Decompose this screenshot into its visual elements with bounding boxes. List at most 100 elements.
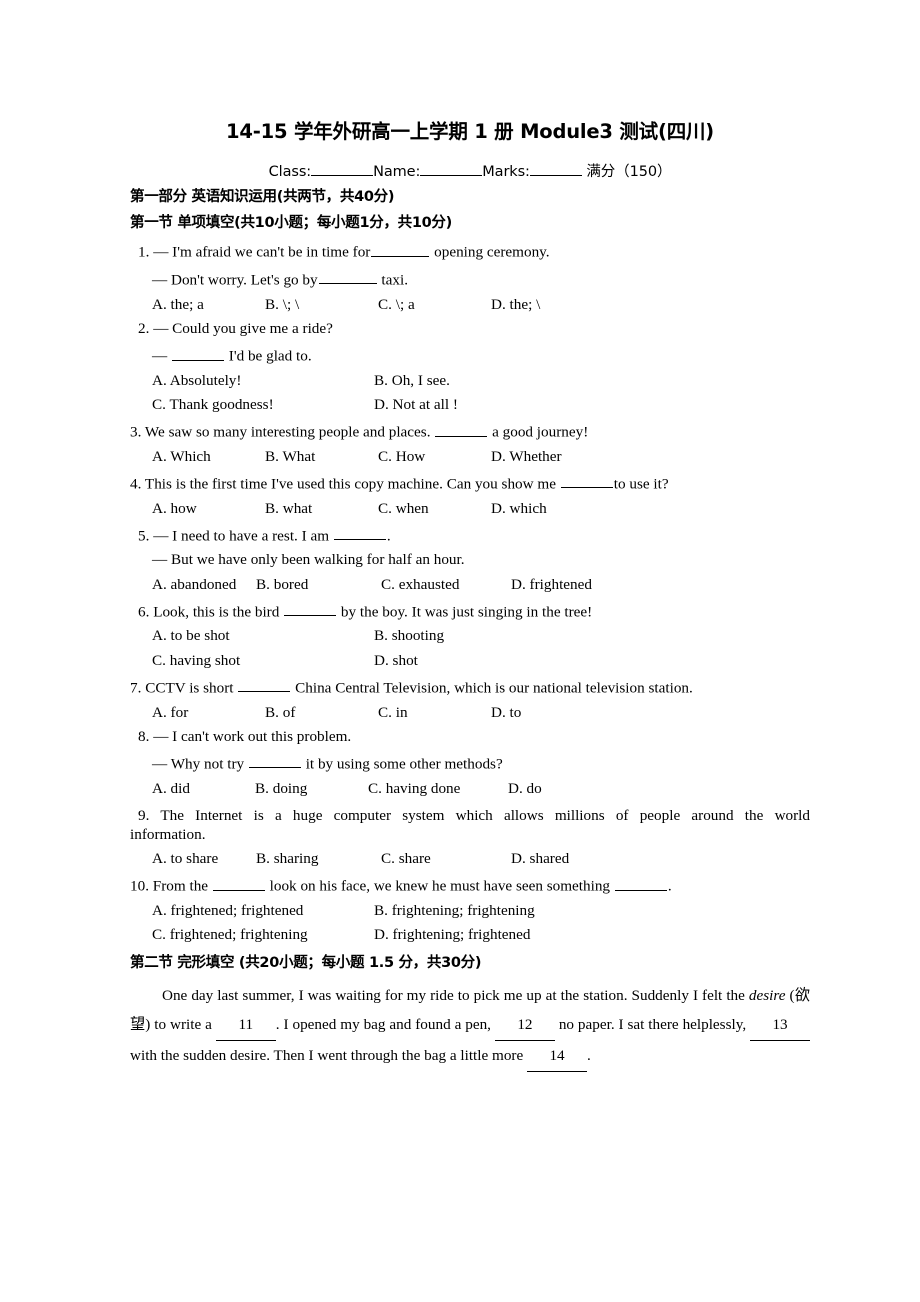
question-7-option-d[interactable]: D. to [491,704,604,720]
question-2-reply-part-b: I'd be glad to. [228,347,312,365]
question-8-options: A. did B. doing C. having done D. do [130,780,810,796]
question-10-blank-1[interactable] [212,875,265,891]
question-1-reply: — Don't worry. Let's go by taxi. [130,269,810,288]
question-8-reply: — Why not try it by using some other met… [130,753,810,772]
question-10-stem-part-a: From the [152,877,209,895]
question-3-blank-1[interactable] [435,421,488,437]
cloze-blank-14[interactable]: 14 [527,1041,588,1072]
name-input-blank[interactable] [420,175,483,177]
question-5-reply-part-a: — But we have only been walking for half… [152,551,465,569]
question-1: 1. — I'm afraid we can't be in time for … [130,241,810,312]
question-9-option-c[interactable]: C. share [381,851,511,866]
class-input-blank[interactable] [311,175,374,177]
total-score-note: 满分（150） [586,164,672,181]
question-2-option-a[interactable]: A. Absolutely! [152,373,374,388]
question-6: 6. Look, this is the bird by the boy. It… [130,601,810,668]
section-1-heading: 第一节 单项填空(共10小题；每小题1分，共10分) [130,214,452,231]
question-1-blank-1[interactable] [371,241,430,257]
question-6-stem: 6. Look, this is the bird by the boy. It… [130,601,810,620]
question-4-stem-part-a: This is the first time I've used this co… [144,475,556,493]
question-5-option-c[interactable]: C. exhausted [381,576,511,592]
question-5: 5. — I need to have a rest. I am . — But… [130,525,810,592]
question-9-stem-part-a: The Internet is a huge computer system w… [160,806,810,824]
question-2-option-b[interactable]: B. Oh, I see. [374,373,596,388]
question-10-stem-part-b: look on his face, we knew he must have s… [269,877,611,895]
question-5-option-b[interactable]: B. bored [256,576,381,592]
question-4-option-a[interactable]: A. how [152,500,265,516]
question-7-option-b[interactable]: B. of [265,704,378,720]
question-3-option-b[interactable]: B. What [265,449,378,464]
question-2-option-d[interactable]: D. Not at all ! [374,397,596,412]
question-7-option-c[interactable]: C. in [378,704,491,720]
question-5-number: 5. [138,527,150,545]
question-8-blank-1[interactable] [248,753,301,769]
question-9-option-b[interactable]: B. sharing [256,851,381,866]
class-label: Class: [268,164,312,181]
question-3-stem-part-b: a good journey! [492,423,589,441]
question-9-option-a[interactable]: A. to share [152,851,256,866]
question-3-option-d[interactable]: D. Whether [491,449,604,464]
question-7: 7. CCTV is short China Central Televisio… [130,677,810,720]
question-3-option-a[interactable]: A. Which [152,449,265,464]
question-6-option-c[interactable]: C. having shot [152,652,374,668]
question-8-option-d[interactable]: D. do [508,780,542,796]
question-1-option-d[interactable]: D. the; \ [491,296,604,312]
question-3-option-c[interactable]: C. How [378,449,491,464]
question-6-blank-1[interactable] [284,601,337,617]
question-2-options-row-2: C. Thank goodness! D. Not at all ! [130,397,810,412]
question-2-option-c[interactable]: C. Thank goodness! [152,397,374,412]
question-6-option-d[interactable]: D. shot [374,652,596,668]
question-8-stem: 8. — I can't work out this problem. [130,729,810,744]
question-4-blank-1[interactable] [560,473,613,489]
question-4-options: A. how B. what C. when D. which [130,500,810,516]
question-6-option-b[interactable]: B. shooting [374,628,596,643]
passage-sentence-4: helplessly, [682,1016,747,1034]
question-9-option-d[interactable]: D. shared [511,851,624,866]
question-1-blank-2[interactable] [318,269,377,285]
question-10-option-d[interactable]: D. frightening; frightened [374,927,596,942]
question-6-option-a[interactable]: A. to be shot [152,628,374,643]
question-10-blank-2[interactable] [614,875,667,891]
question-10-number: 10. [130,877,149,895]
question-8-reply-part-a: — Why not try [152,755,245,773]
question-7-blank-1[interactable] [238,677,291,693]
question-5-option-a[interactable]: A. abandoned [152,576,256,592]
question-8-option-a[interactable]: A. did [152,780,255,796]
exam-paper-page: 14-15 学年外研高一上学期 1 册 Module3 测试(四川) Class… [0,0,920,1302]
question-5-stem-part-b: . [386,527,391,545]
question-8-option-c[interactable]: C. having done [368,780,508,796]
question-2-blank-1[interactable] [171,345,224,361]
cloze-blank-11[interactable]: 11 [215,1010,276,1042]
question-2-reply-dash: — [152,347,168,365]
question-1-option-a[interactable]: A. the; a [152,296,265,312]
question-4-option-b[interactable]: B. what [265,500,378,516]
question-6-stem-part-b: by the boy. It was just singing in the t… [340,603,593,621]
question-8-option-b[interactable]: B. doing [255,780,368,796]
part-1-heading: 第一部分 英语知识运用(共两节，共40分) [130,189,395,206]
question-4-option-d[interactable]: D. which [491,500,604,516]
question-9-stem: 9. The Internet is a huge computer syste… [130,805,810,827]
question-1-stem-part-a: — I'm afraid we can't be in time for [153,243,371,261]
marks-input-blank[interactable] [529,175,582,177]
question-5-blank-1[interactable] [333,525,386,541]
question-2-number: 2. [138,319,150,337]
question-5-reply: — But we have only been walking for half… [130,552,810,567]
question-5-option-d[interactable]: D. frightened [511,576,624,592]
question-2-stem-part-a: — Could you give me a ride? [153,319,333,337]
question-1-options: A. the; a B. \; \ C. \; a D. the; \ [130,296,810,312]
question-10-option-a[interactable]: A. frightened; frightened [152,903,374,918]
question-6-options-row-2: C. having shot D. shot [130,652,810,668]
student-info-line: Class: Name: Marks: 满分（150） [130,160,810,181]
question-2: 2. — Could you give me a ride? — I'd be … [130,321,810,412]
question-2-reply: — I'd be glad to. [130,345,810,364]
question-1-option-b[interactable]: B. \; \ [265,296,378,312]
name-label: Name: [373,164,421,181]
question-10-option-c[interactable]: C. frightened; frightening [152,927,374,942]
question-4-option-c[interactable]: C. when [378,500,491,516]
question-1-option-c[interactable]: C. \; a [378,296,491,312]
question-7-option-a[interactable]: A. for [152,704,265,720]
cloze-blank-12[interactable]: 12 [494,1010,555,1042]
page-title: 14-15 学年外研高一上学期 1 册 Module3 测试(四川) [225,120,715,143]
question-10-option-b[interactable]: B. frightening; frightening [374,903,596,918]
cloze-blank-13[interactable]: 13 [750,1010,811,1042]
